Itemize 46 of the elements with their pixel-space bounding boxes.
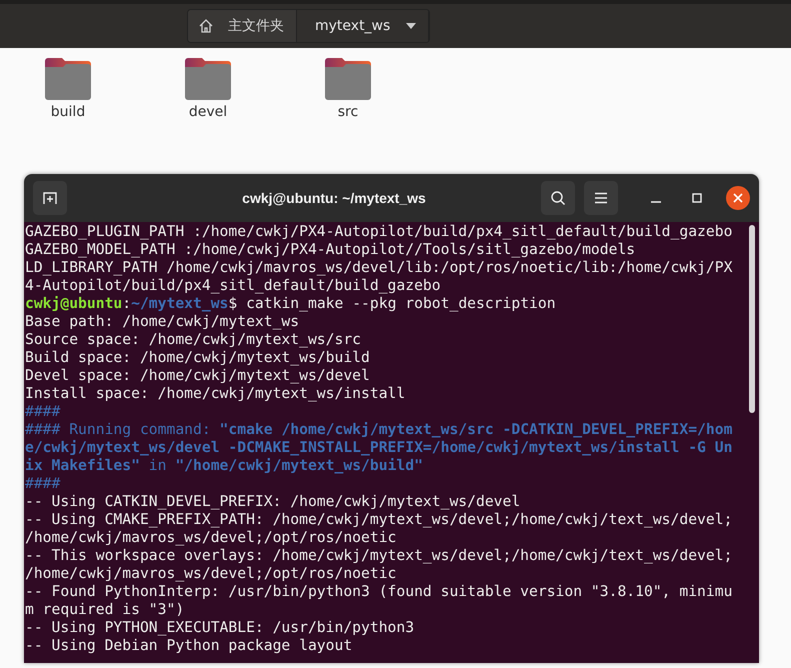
- terminal-line: Build space: /home/cwkj/mytext_ws/build: [25, 349, 370, 367]
- terminal-line: 4-Autopilot/build/px4_sitl_default/build_gazebo: [25, 277, 441, 295]
- minimize-icon: [651, 201, 661, 203]
- scrollbar[interactable]: [749, 225, 755, 413]
- path-button[interactable]: 主文件夹: [188, 10, 297, 42]
- home-icon: [198, 18, 214, 34]
- menu-icon: [594, 192, 608, 204]
- terminal-line: Devel space: /home/cwkj/mytext_ws/devel: [25, 367, 370, 385]
- folder-name[interactable]: devel: [188, 104, 228, 120]
- close-button[interactable]: [726, 186, 750, 210]
- caret-icon: [406, 23, 416, 29]
- search-icon: [550, 190, 566, 206]
- terminal-line: -- Using Debian Python package layout: [25, 637, 352, 655]
- terminal-line: GAZEBO_MODEL_PATH :/home/cwkj/PX4-Autopilot//Tools/sitl_gazebo/models: [25, 241, 636, 259]
- folder-icon[interactable]: [325, 58, 371, 100]
- terminal-line: ####: [25, 475, 60, 493]
- terminal-line: #### Running command: "cmake /home/cwkj/mytext_ws/src -DCATKIN_DEVEL_PREFIX=/hom: [25, 421, 732, 439]
- folder-name[interactable]: build: [50, 104, 86, 120]
- terminal-line: -- Found PythonInterp: /usr/bin/python3 (found suitable version "3.8.10", minimu: [25, 583, 732, 601]
- terminal-line: GAZEBO_PLUGIN_PATH :/home/cwkj/PX4-Autopilot/build/px4_sitl_default/build_gazebo: [25, 223, 732, 241]
- terminal-line: ix Makefiles" in "/home/cwkj/mytext_ws/build": [25, 457, 423, 475]
- search-button[interactable]: [541, 181, 575, 215]
- path-button[interactable]: mytext_ws: [297, 10, 430, 42]
- terminal-line: Install space: /home/cwkj/mytext_ws/install: [25, 385, 406, 403]
- terminal-line: ####: [25, 403, 60, 421]
- terminal-line: e/cwkj/mytext_ws/devel -DCMAKE_INSTALL_PREFIX=/home/cwkj/mytext_ws/install -G Un: [25, 439, 732, 457]
- folder-icon[interactable]: [45, 58, 91, 100]
- terminal-line: -- This workspace overlays: /home/cwkj/mytext_ws/devel;/home/cwkj/text_ws/devel;: [25, 547, 732, 565]
- terminal-line: m required is "3"): [25, 601, 184, 619]
- terminal-line: Base path: /home/cwkj/mytext_ws: [25, 313, 300, 331]
- maximize-icon: [692, 193, 702, 203]
- terminal-line: -- Using CMAKE_PREFIX_PATH: /home/cwkj/mytext_ws/devel;/home/cwkj/text_ws/devel;: [25, 511, 732, 529]
- terminal-line: LD_LIBRARY_PATH /home/cwkj/mavros_ws/devel/lib:/opt/ros/noetic/lib:/home/cwkj/PX: [25, 259, 732, 277]
- menu-button[interactable]: [584, 181, 618, 215]
- terminal-line: cwkj@ubuntu:~/mytext_ws$ catkin_make --pkg robot_description: [25, 295, 556, 313]
- terminal-line: Source space: /home/cwkj/mytext_ws/src: [25, 331, 362, 349]
- folder-icon[interactable]: [185, 58, 231, 100]
- terminal-line: -- Using CATKIN_DEVEL_PREFIX: /home/cwkj/mytext_ws/devel: [25, 493, 520, 511]
- window-title: cwkj@ubuntu: ~/mytext_ws: [241, 190, 427, 206]
- terminal-line: /home/cwkj/mavros_ws/devel;/opt/ros/noetic: [25, 565, 396, 583]
- new-tab-icon: [42, 190, 58, 206]
- close-icon: [733, 193, 743, 203]
- folder-name[interactable]: src: [338, 104, 358, 120]
- terminal-line: -- Using PYTHON_EXECUTABLE: /usr/bin/python3: [25, 619, 414, 637]
- terminal-line: /home/cwkj/mavros_ws/devel;/opt/ros/noetic: [25, 529, 396, 547]
- new-tab-button[interactable]: [33, 181, 67, 215]
